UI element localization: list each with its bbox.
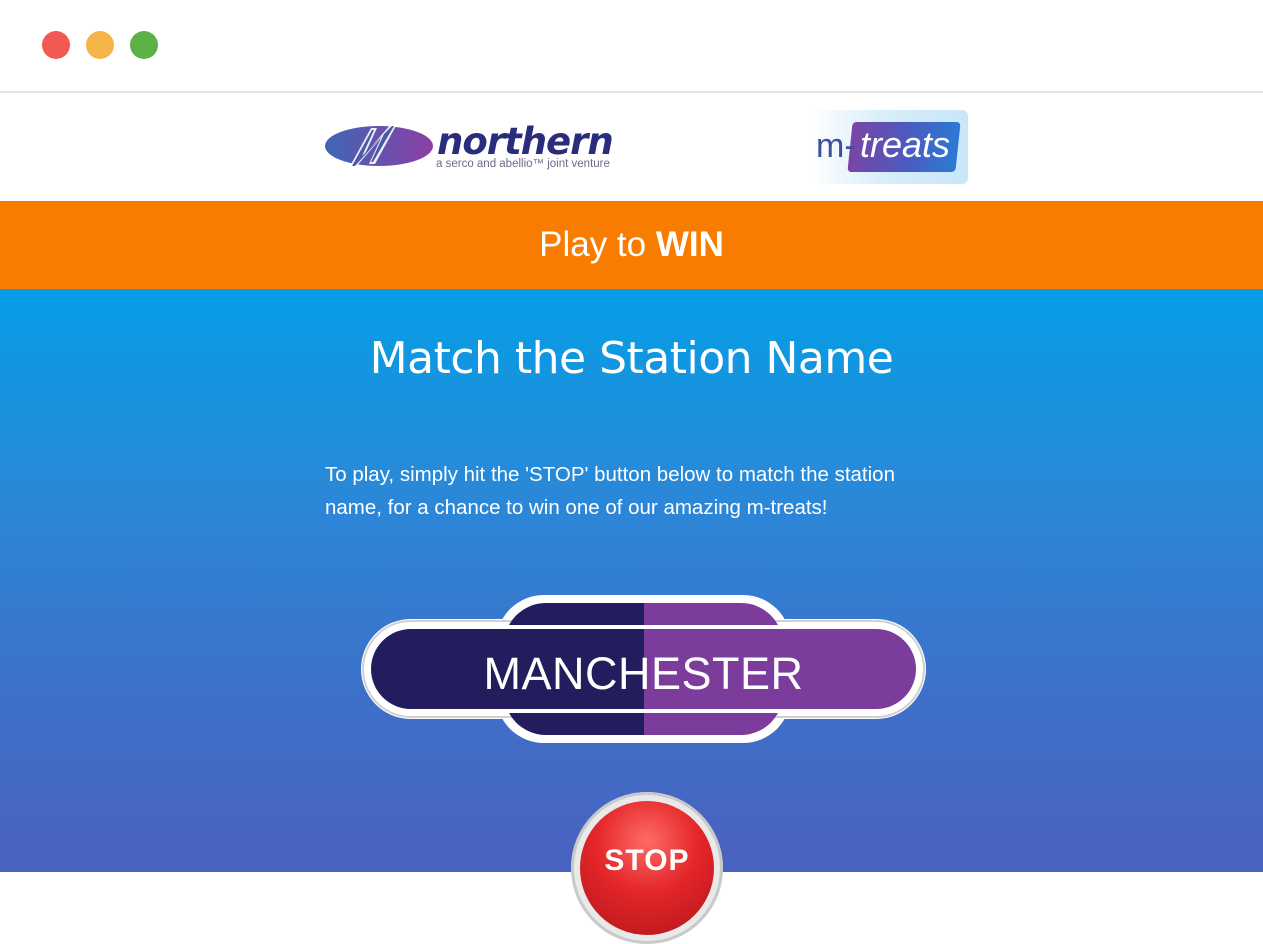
close-window-button[interactable] [42,31,70,59]
game-title: Match the Station Name [369,333,894,384]
stop-button-label: STOP [604,844,690,877]
maximize-window-button[interactable] [130,31,158,59]
mtreats-logo-m: m- [816,127,856,165]
logo-header: northern a serco and abellio™ joint vent… [0,93,1263,201]
banner-prefix: Play to [539,225,656,264]
station-name-label: MANCHESTER [483,648,804,699]
northern-emblem-icon [325,124,433,168]
game-instructions: To play, simply hit the 'STOP' button be… [325,463,895,519]
minimize-window-button[interactable] [86,31,114,59]
station-name-sign: MANCHESTER [361,595,926,743]
northern-logo: northern a serco and abellio™ joint vent… [325,120,625,175]
window-title-bar [0,0,1263,93]
mtreats-logo-treats: treats [860,124,951,165]
stop-button[interactable]: STOP [571,792,723,944]
northern-tagline: a serco and abellio™ joint venture [436,158,610,170]
game-panel: Match the Station Name To play, simply h… [0,289,1263,944]
banner-emphasis: WIN [655,225,724,264]
mtreats-logo: m- treats [810,110,968,184]
play-to-win-banner: Play to WIN [0,201,1263,289]
